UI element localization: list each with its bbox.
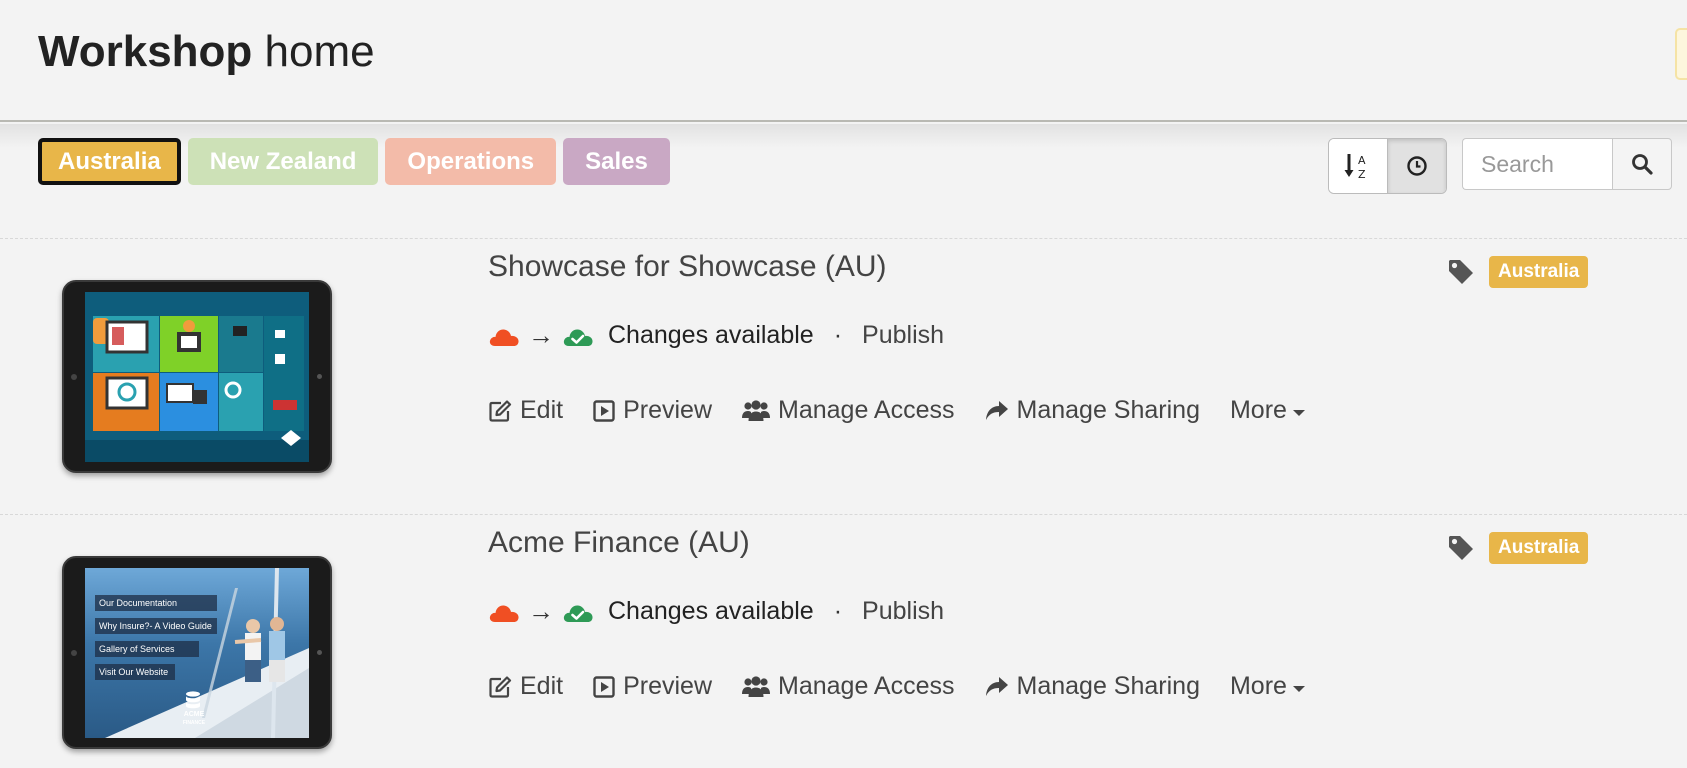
users-icon [742,675,771,697]
manage-sharing-button[interactable]: Manage Sharing [985,396,1200,425]
separator-dot: · [833,321,843,349]
edit-button[interactable]: Edit [488,672,563,701]
filter-australia[interactable]: Australia [38,138,181,185]
more-dropdown[interactable]: More [1230,396,1305,425]
filter-new-zealand[interactable]: New Zealand [187,138,379,185]
page-title-light: home [264,27,375,76]
page-title: Workshop home [38,26,375,78]
search-icon [1632,154,1653,175]
manage-sharing-label: Manage Sharing [1016,672,1200,700]
item-title-link[interactable]: Acme Finance (AU) [488,526,750,560]
caret-down-icon [1292,409,1305,416]
manage-sharing-label: Manage Sharing [1016,396,1200,424]
tag-icon [1449,260,1473,284]
edit-button[interactable]: Edit [488,396,563,425]
cloud-check-icon-green [563,604,593,622]
tag-badge[interactable]: Australia [1489,256,1589,288]
filter-operations[interactable]: Operations [385,138,557,185]
search-box [1462,138,1672,190]
clock-icon [1407,156,1427,176]
item-thumbnail-tablet[interactable] [62,280,332,473]
workshop-page: Workshop home Australia New Zealand Oper… [0,0,1687,768]
alphabetical-sort-icon: A Z [1344,154,1366,181]
thumbnail-screen: Our Documentation Why Insure?- A Video G… [85,568,309,738]
item-tags: Australia [1447,256,1589,288]
cloud-check-icon-green [563,328,593,346]
sort-alphabetical-button[interactable]: A Z [1329,139,1388,193]
item-tags: Australia [1447,532,1589,564]
preview-button[interactable]: Preview [593,672,712,701]
arrow-right-icon: → [528,596,554,626]
publish-status: → Changes available · Publish [488,596,944,627]
filter-sales[interactable]: Sales [563,138,670,185]
status-text: Changes available [608,597,814,625]
manage-access-label: Manage Access [778,396,955,424]
item-actions: Edit Preview Manage Access Manage Sharin… [488,672,1335,701]
thumbnail-logo-text: ACME FINANCE [182,711,206,726]
tag-icon [1449,536,1473,560]
play-square-icon [593,675,615,698]
item-actions: Edit Preview Manage Access Manage Sharin… [488,396,1335,425]
more-label: More [1229,672,1287,700]
users-icon [742,399,771,421]
edit-icon [489,399,512,422]
more-dropdown[interactable]: More [1230,672,1305,701]
tag-filters: Australia New Zealand Operations Sales [38,138,670,185]
svg-text:A: A [1358,154,1366,167]
showcase-thumbnail-image [85,292,309,462]
thumbnail-menu-item: Why Insure?- A Video Guide [95,618,217,634]
sort-toggle-group: A Z [1328,138,1447,194]
share-arrow-icon [985,676,1008,696]
manage-access-button[interactable]: Manage Access [742,672,955,701]
page-title-strong: Workshop [38,27,253,76]
manage-access-button[interactable]: Manage Access [742,396,955,425]
item-thumbnail-tablet[interactable]: Our Documentation Why Insure?- A Video G… [62,556,332,749]
more-label: More [1229,396,1287,424]
notice-chip[interactable] [1675,28,1687,80]
tag-badge[interactable]: Australia [1489,532,1589,564]
manage-access-label: Manage Access [778,672,955,700]
arrow-right-icon: → [528,320,554,350]
thumbnail-menu-item: Visit Our Website [95,664,175,680]
status-text: Changes available [608,321,814,349]
list-item: Our Documentation Why Insure?- A Video G… [0,514,1687,768]
preview-label: Preview [623,396,713,424]
search-button[interactable] [1612,138,1672,190]
item-title-link[interactable]: Showcase for Showcase (AU) [488,250,887,284]
preview-label: Preview [623,672,713,700]
separator-dot: · [833,597,843,625]
page-header: Workshop home [0,0,1687,122]
sort-recent-button[interactable] [1387,139,1446,193]
database-logo-icon [186,691,200,709]
edit-icon [489,675,512,698]
edit-label: Edit [520,672,564,700]
cloud-icon-red [489,604,519,622]
svg-text:Z: Z [1358,168,1366,181]
list-item: Showcase for Showcase (AU) Australia → C… [0,238,1687,514]
cloud-icon-red [489,328,519,346]
thumbnail-menu-item: Our Documentation [95,595,217,611]
search-input[interactable] [1462,138,1612,190]
thumbnail-menu-item: Gallery of Services [95,641,199,657]
thumbnail-screen [85,292,309,462]
publish-status: → Changes available · Publish [488,320,944,351]
manage-sharing-button[interactable]: Manage Sharing [985,672,1200,701]
publish-link[interactable]: Publish [862,597,944,626]
play-square-icon [593,399,615,422]
edit-label: Edit [520,396,564,424]
share-arrow-icon [985,400,1008,420]
caret-down-icon [1292,685,1305,692]
preview-button[interactable]: Preview [593,396,712,425]
publish-link[interactable]: Publish [862,321,944,350]
